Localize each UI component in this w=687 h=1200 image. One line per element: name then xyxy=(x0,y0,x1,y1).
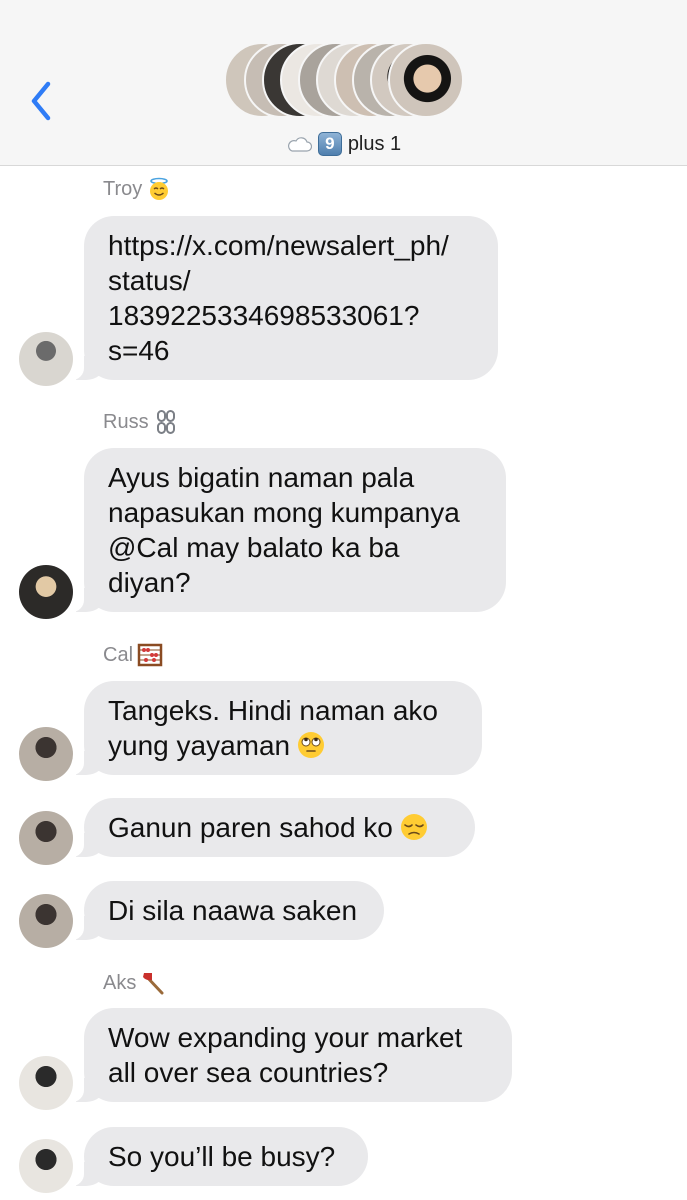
sender-name: Troy xyxy=(103,176,172,202)
group-name-label: plus 1 xyxy=(347,132,402,155)
message-bubble[interactable]: Ganun paren sahod ko xyxy=(70,798,475,857)
group-member-avatar xyxy=(388,42,464,118)
message-bubble[interactable]: Wow expanding your market all over sea c… xyxy=(70,1008,512,1102)
axe-icon xyxy=(143,973,164,995)
message-bubble[interactable]: Ayus bigatin naman pala napasukan mong k… xyxy=(70,448,506,612)
message-bubble[interactable]: https://x.com/newsalert_ph/ status/ 1839… xyxy=(70,216,498,380)
message-text: Wow expanding your market all over sea c… xyxy=(108,1022,463,1088)
group-avatars[interactable] xyxy=(224,42,464,120)
pensive-face-icon xyxy=(400,814,427,840)
sender-label: Troy xyxy=(103,177,143,200)
sender-name: Cal xyxy=(103,642,163,668)
sender-name: Aks xyxy=(103,970,166,996)
message-text: Ayus bigatin naman pala napasukan mong k… xyxy=(108,462,460,598)
abacus-icon xyxy=(137,643,163,667)
group-title[interactable]: 9 plus 1 xyxy=(0,130,687,158)
message-text: Ganun paren sahod ko xyxy=(108,812,393,843)
message-bubble[interactable]: So you’ll be busy? xyxy=(70,1127,368,1186)
face-with-rolling-eyes-icon xyxy=(298,732,325,758)
sender-label: Russ xyxy=(103,410,149,433)
sender-label: Aks xyxy=(103,971,137,994)
avatar[interactable] xyxy=(19,565,73,619)
smiling-face-with-halo-icon xyxy=(150,177,169,200)
avatar[interactable] xyxy=(19,811,73,865)
chat-header: 9 plus 1 xyxy=(0,0,687,166)
chains-icon xyxy=(156,410,175,434)
sender-label: Cal xyxy=(103,643,134,666)
avatar[interactable] xyxy=(19,894,73,948)
avatar[interactable] xyxy=(19,332,73,386)
keycap-nine-icon: 9 xyxy=(317,132,342,156)
avatar[interactable] xyxy=(19,1139,73,1193)
message-text: Di sila naawa saken xyxy=(108,895,358,926)
message-bubble[interactable]: Tangeks. Hindi naman ako yung yayaman xyxy=(70,681,482,775)
message-bubble[interactable]: Di sila naawa saken xyxy=(70,881,384,940)
message-text: So you’ll be busy? xyxy=(108,1141,336,1172)
message-text: https://x.com/newsalert_ph/ status/ 1839… xyxy=(108,230,449,366)
cloud-icon xyxy=(287,137,312,152)
sender-name: Russ xyxy=(103,409,179,435)
back-chevron-icon[interactable] xyxy=(26,78,60,124)
avatar[interactable] xyxy=(19,727,73,781)
avatar[interactable] xyxy=(19,1056,73,1110)
message-text: Tangeks. Hindi naman ako yung yayaman xyxy=(108,695,438,761)
